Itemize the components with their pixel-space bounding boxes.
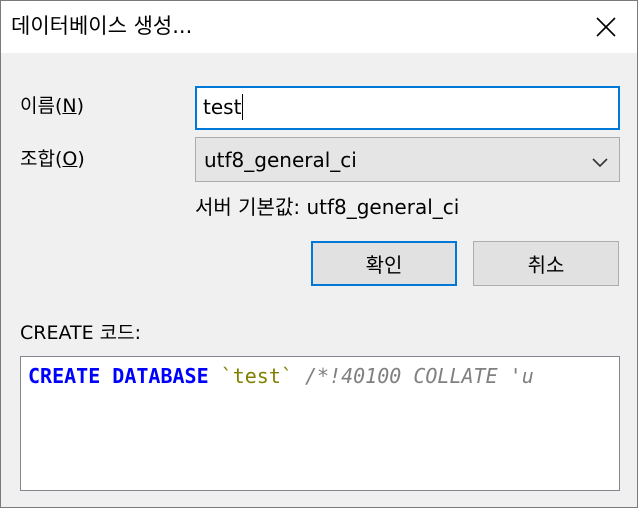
collation-selected-value: utf8_general_ci (204, 148, 357, 172)
create-database-dialog: 데이터베이스 생성... 이름(N) test 조합(O) utf8_gener… (0, 0, 638, 508)
close-button[interactable] (575, 1, 637, 53)
server-default-text: 서버 기본값: utf8_general_ci (195, 195, 460, 219)
text-caret (242, 93, 244, 120)
name-label-prefix: 이름( (20, 95, 63, 117)
collation-label: 조합(O) (20, 147, 85, 171)
dialog-title: 데이터베이스 생성... (11, 14, 193, 38)
name-label-mnemonic: N (62, 95, 77, 117)
name-label-suffix: ) (76, 95, 85, 117)
database-name-input[interactable]: test (195, 86, 620, 130)
code-keyword: CREATE DATABASE (28, 364, 209, 388)
cancel-button[interactable]: 취소 (473, 241, 619, 286)
code-identifier: `test` (220, 364, 293, 388)
code-line: CREATE DATABASE `test` /*!40100 COLLATE … (28, 363, 534, 389)
collation-label-prefix: 조합( (20, 148, 63, 170)
collation-select[interactable]: utf8_general_ci (195, 137, 620, 182)
close-icon (596, 17, 616, 37)
ok-button[interactable]: 확인 (311, 241, 457, 286)
create-code-label: CREATE 코드: (20, 322, 142, 344)
database-name-value: test (203, 95, 242, 119)
collation-label-suffix: ) (77, 148, 85, 170)
name-label: 이름(N) (20, 94, 84, 118)
chevron-down-icon (591, 153, 609, 172)
code-comment: /*!40100 COLLATE 'u (304, 364, 534, 388)
collation-label-mnemonic: O (62, 148, 78, 170)
create-code-viewer[interactable]: CREATE DATABASE `test` /*!40100 COLLATE … (20, 356, 620, 491)
title-bar: 데이터베이스 생성... (1, 1, 637, 53)
